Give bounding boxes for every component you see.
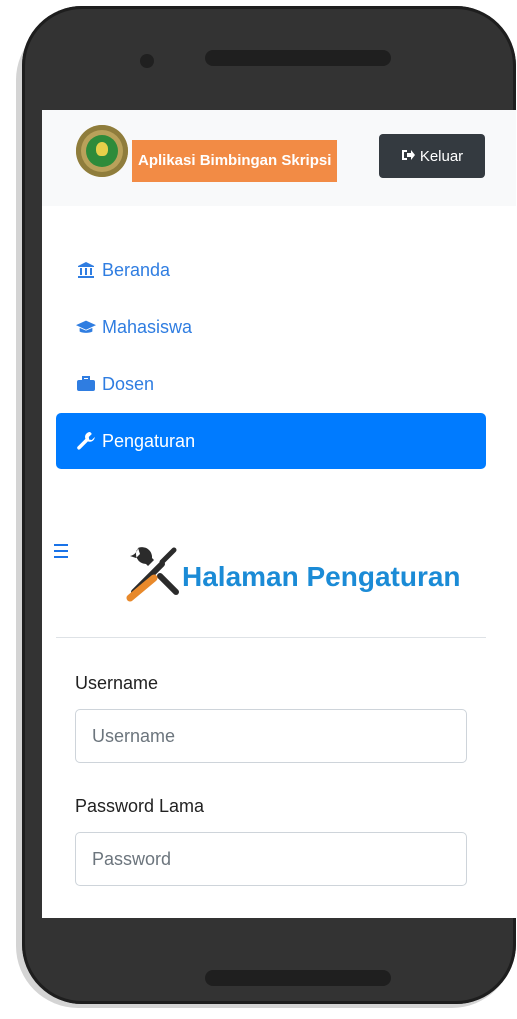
page-title: Halaman Pengaturan bbox=[182, 561, 461, 592]
old-password-label: Password Lama bbox=[75, 796, 205, 816]
briefcase-icon bbox=[76, 376, 96, 392]
sidebar-item-pengaturan[interactable]: Pengaturan bbox=[56, 413, 486, 469]
sidebar-item-label: Beranda bbox=[102, 259, 171, 280]
sidebar-item-label: Pengaturan bbox=[102, 430, 196, 451]
sign-out-icon bbox=[401, 148, 415, 165]
logout-button[interactable]: Keluar bbox=[379, 134, 485, 178]
tools-icon bbox=[126, 547, 179, 602]
logo-star-icon bbox=[96, 142, 108, 156]
logo[interactable] bbox=[76, 125, 128, 177]
divider bbox=[56, 637, 486, 638]
home-bar[interactable] bbox=[205, 970, 391, 986]
sidebar-item-beranda[interactable]: Beranda bbox=[56, 242, 486, 298]
speaker-grille bbox=[205, 50, 391, 66]
old-password-input[interactable] bbox=[75, 832, 467, 886]
sidebar-item-label: Mahasiswa bbox=[102, 316, 193, 337]
sidebar-item-dosen[interactable]: Dosen bbox=[56, 356, 486, 412]
bank-icon bbox=[76, 261, 96, 279]
username-label: Username bbox=[75, 673, 159, 693]
sidebar-item-label: Dosen bbox=[102, 373, 155, 394]
sidebar-item-mahasiswa[interactable]: Mahasiswa bbox=[56, 299, 486, 355]
brand-title[interactable]: Aplikasi Bimbingan Skripsi bbox=[132, 140, 338, 182]
graduation-cap-icon bbox=[76, 319, 96, 335]
page-header: Halaman Pengaturan bbox=[124, 542, 461, 602]
camera-icon bbox=[140, 54, 154, 68]
logo-emblem bbox=[86, 135, 118, 167]
username-input[interactable] bbox=[75, 709, 467, 763]
navbar: Aplikasi Bimbingan Skripsi Keluar bbox=[42, 110, 516, 206]
wrench-icon bbox=[76, 431, 96, 451]
hamburger-menu-icon[interactable] bbox=[54, 544, 68, 562]
logout-label: Keluar bbox=[419, 147, 464, 165]
app-screen: Aplikasi Bimbingan Skripsi Keluar Berand… bbox=[42, 110, 516, 918]
